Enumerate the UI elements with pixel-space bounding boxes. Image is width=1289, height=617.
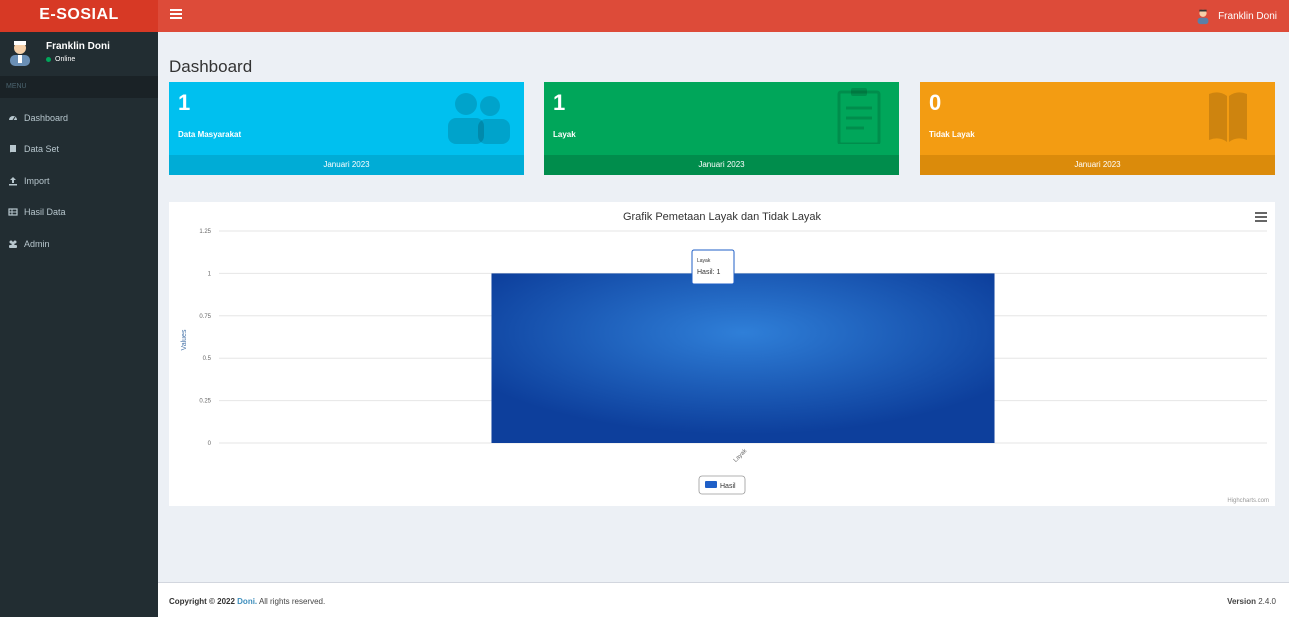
legend-swatch [705, 481, 717, 488]
menu-header: MENU [0, 76, 158, 98]
footer: Copyright © 2022 Doni. All rights reserv… [158, 582, 1289, 617]
legend-label: Hasil [720, 483, 736, 490]
author-link[interactable]: Doni. [237, 597, 257, 606]
chart-panel: Grafik Pemetaan Layak dan Tidak Layak 0 0… [169, 202, 1275, 506]
sidebar-item-label: Import [24, 175, 50, 186]
sidebar-item-label: Data Set [24, 144, 60, 155]
chart-credit-link[interactable]: Highcharts.com [1227, 498, 1269, 504]
y-tick-label: 0.5 [203, 356, 212, 362]
sidebar: Franklin Doni Online MENU Dashboard Data… [0, 32, 158, 617]
chart-title: Grafik Pemetaan Layak dan Tidak Layak [623, 211, 822, 223]
sidebar-item-label: Dashboard [24, 112, 69, 123]
clipboard-icon [837, 88, 881, 144]
user-menu[interactable]: Franklin Doni [1194, 0, 1277, 32]
sidebar-item-admin[interactable]: Admin [0, 228, 158, 260]
page-title: Dashboard [169, 57, 253, 76]
chart-export-menu-icon[interactable] [1255, 212, 1267, 222]
bar-layak[interactable] [491, 273, 995, 443]
users-icon [448, 93, 510, 144]
info-box-footer-link[interactable]: Januari 2023 [544, 155, 899, 175]
version: Version 2.4.0 [1227, 597, 1276, 606]
status-dot-icon [46, 57, 51, 62]
users-icon [9, 240, 17, 248]
x-tick-label: Layak [733, 447, 749, 463]
info-box-label: Tidak Layak [929, 130, 975, 139]
tooltip-category: Layak [697, 258, 711, 264]
user-panel: Franklin Doni Online [0, 32, 158, 74]
sidebar-item-data-set[interactable]: Data Set [0, 134, 158, 166]
y-axis-title: Values [181, 329, 188, 350]
rights-text: All rights reserved. [258, 597, 326, 606]
sidebar-item-label: Admin [24, 238, 50, 249]
sidebar-item-hasil-data[interactable]: Hasil Data [0, 197, 158, 229]
chart-tooltip: Layak Hasil: 1 [691, 249, 735, 285]
info-box-value: 0 [929, 90, 942, 115]
info-box-footer-link[interactable]: Januari 2023 [169, 155, 524, 175]
info-box-data-masyarakat: 1 Data Masyarakat Januari 2023 [169, 82, 524, 175]
book-icon [10, 145, 16, 154]
status-text: Online [55, 56, 76, 63]
sidebar-item-import[interactable]: Import [0, 165, 158, 197]
table-icon [8, 208, 18, 216]
sidebar-item-label: Hasil Data [24, 207, 66, 218]
upload-icon [9, 176, 17, 186]
version-value: 2.4.0 [1258, 597, 1276, 606]
copyright: Copyright © 2022 Doni. All rights reserv… [169, 597, 325, 606]
tooltip-value: Hasil: 1 [697, 269, 720, 276]
version-label: Version [1227, 597, 1256, 606]
online-status: Online [46, 56, 75, 63]
app-logo[interactable]: E-SOSIAL [0, 0, 158, 32]
y-tick-label: 1 [208, 271, 212, 277]
info-box-value: 1 [553, 90, 566, 115]
info-box-layak: 1 Layak Januari 2023 [544, 82, 899, 175]
y-tick-label: 0.25 [199, 399, 211, 405]
user-avatar-icon [1197, 9, 1209, 25]
info-box-footer-link[interactable]: Januari 2023 [920, 155, 1275, 175]
header-user-name: Franklin Doni [1218, 10, 1277, 22]
info-box-label: Data Masyarakat [178, 130, 242, 139]
info-box-value: 1 [178, 90, 191, 115]
avatar [10, 41, 30, 66]
y-tick-label: 1.25 [199, 229, 211, 235]
copyright-prefix: Copyright © 2022 [169, 597, 235, 606]
sidebar-user-name: Franklin Doni [46, 41, 110, 52]
sidebar-menu: Dashboard Data Set Import Hasil Data Adm… [0, 102, 158, 260]
info-box-tidak-layak: 0 Tidak Layak Januari 2023 [920, 82, 1275, 175]
y-tick-label: 0.75 [199, 314, 211, 320]
bar-chart: Grafik Pemetaan Layak dan Tidak Layak 0 0… [181, 211, 1267, 495]
book-open-icon [1209, 92, 1247, 142]
sidebar-item-dashboard[interactable]: Dashboard [0, 102, 158, 134]
top-navbar: E-SOSIAL Franklin Doni [0, 0, 1289, 32]
sidebar-toggle-icon[interactable] [170, 9, 182, 21]
dashboard-icon [9, 115, 17, 121]
y-tick-label: 0 [208, 441, 212, 447]
info-box-label: Layak [553, 130, 576, 139]
chart-legend[interactable]: Hasil [698, 475, 746, 495]
